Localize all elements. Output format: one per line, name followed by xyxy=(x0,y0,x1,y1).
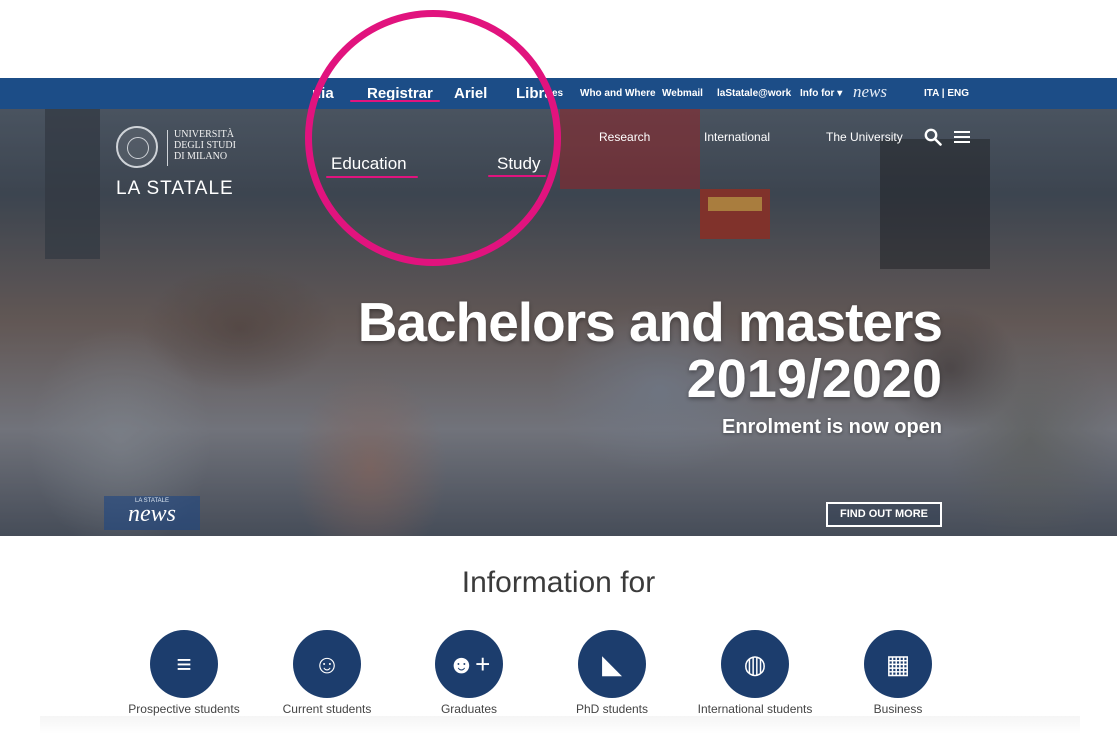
info-current-students[interactable]: ☺ Current students xyxy=(262,630,392,716)
hero-subtitle: Enrolment is now open xyxy=(721,416,942,438)
topbar-info-for-dropdown[interactable]: Info for ▾ xyxy=(800,78,842,109)
top-utility-bar: nia Registrar Ariel Libra es Who and Whe… xyxy=(0,78,1117,109)
information-for-title: Information for xyxy=(461,566,656,599)
info-graduates[interactable]: ☻+ Graduates xyxy=(404,630,534,716)
info-label[interactable]: Business xyxy=(833,702,963,716)
logo-line-3: DI MILANO xyxy=(174,151,228,162)
topbar-link-who-and-where[interactable]: Who and Where xyxy=(580,78,656,109)
info-prospective-students[interactable]: ≡ Prospective students xyxy=(119,630,249,716)
hamburger-menu-icon[interactable] xyxy=(954,131,970,144)
news-badge[interactable]: LA STATALE news xyxy=(104,496,200,530)
globe-icon[interactable]: ◍ xyxy=(721,630,789,698)
logo-line-1: UNIVERSITÀ xyxy=(174,129,234,140)
find-out-more-button[interactable]: FIND OUT MORE xyxy=(826,502,942,527)
nav-international[interactable]: International xyxy=(704,130,770,144)
info-international-students[interactable]: ◍ International students xyxy=(690,630,820,716)
user-plus-icon[interactable]: ☻+ xyxy=(435,630,503,698)
language-switcher[interactable]: ITA | ENG xyxy=(924,78,969,109)
logo-university-name: UNIVERSITÀ DEGLI STUDI DI MILANO xyxy=(174,129,236,162)
nav-the-university[interactable]: The University xyxy=(826,130,903,144)
info-label[interactable]: Current students xyxy=(262,702,392,716)
search-icon[interactable] xyxy=(924,128,942,146)
building-icon[interactable]: ▦ xyxy=(864,630,932,698)
user-circle-icon[interactable]: ☺ xyxy=(293,630,361,698)
info-business[interactable]: ▦ Business xyxy=(833,630,963,716)
logo-divider xyxy=(167,130,168,166)
underline-education xyxy=(326,176,418,178)
graduation-cap-icon[interactable]: ◣ xyxy=(578,630,646,698)
topbar-link-webmail[interactable]: Webmail xyxy=(662,78,703,109)
logo-brand: LA STATALE xyxy=(116,178,234,199)
info-label[interactable]: PhD students xyxy=(547,702,677,716)
info-label[interactable]: International students xyxy=(690,702,820,716)
nav-research[interactable]: Research xyxy=(599,130,650,144)
bottom-shadow xyxy=(40,716,1080,734)
underline-study xyxy=(488,175,546,177)
underline-registrar xyxy=(350,100,440,102)
topbar-news-logo[interactable]: news xyxy=(853,82,887,102)
info-label[interactable]: Graduates xyxy=(404,702,534,716)
topbar-link-lastatale-work[interactable]: laStatale@work xyxy=(717,78,791,109)
info-label[interactable]: Prospective students xyxy=(119,702,249,716)
info-phd-students[interactable]: ◣ PhD students xyxy=(547,630,677,716)
hero-year: 2019/2020 xyxy=(686,349,942,409)
hero-headline: Bachelors and masters xyxy=(357,291,943,353)
signpost-icon[interactable]: ≡ xyxy=(150,630,218,698)
highlight-circle xyxy=(305,10,561,266)
news-badge-word: news xyxy=(128,501,176,527)
university-seal-icon xyxy=(116,126,158,168)
logo-line-2: DEGLI STUDI xyxy=(174,140,236,151)
